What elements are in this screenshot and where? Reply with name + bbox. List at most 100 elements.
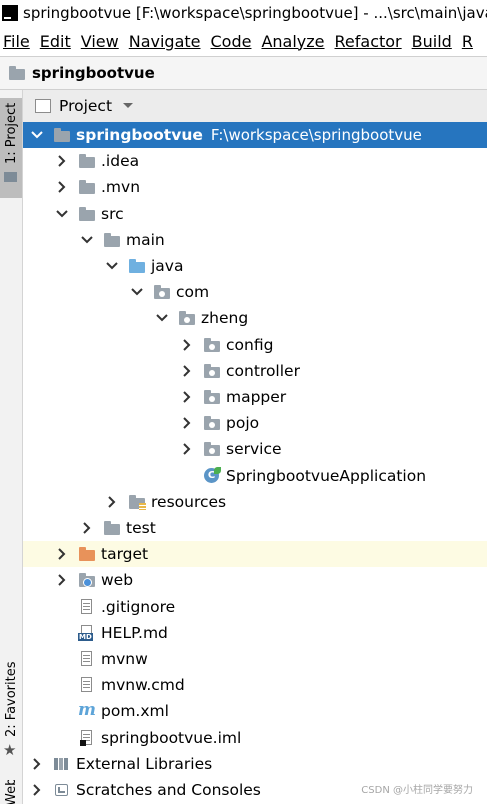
- menu-refactor[interactable]: Refactor: [330, 32, 407, 51]
- favorites-tab-label: 2: Favorites: [4, 661, 19, 737]
- chevron-right-icon[interactable]: [179, 363, 195, 379]
- tree-row-controller[interactable]: controller: [23, 358, 487, 384]
- tree-row-config[interactable]: config: [23, 332, 487, 358]
- chevron-down-icon[interactable]: [79, 232, 95, 248]
- chevron-down-icon[interactable]: [154, 310, 170, 326]
- chevron-right-icon[interactable]: [179, 441, 195, 457]
- menu-label: Navigate: [128, 31, 201, 51]
- tree-item-label: .mvn: [101, 178, 141, 197]
- tree-item-label: Scratches and Consoles: [76, 781, 261, 799]
- menu-label: R: [461, 31, 473, 51]
- chevron-right-icon[interactable]: [179, 415, 195, 431]
- chevron-right-icon[interactable]: [54, 572, 70, 588]
- tree-item-label: src: [101, 204, 124, 223]
- tree-row-springbootvue-iml[interactable]: springbootvue.iml: [23, 725, 487, 751]
- tree-item-label: config: [226, 335, 274, 354]
- text-file-icon: [78, 598, 96, 615]
- text-file-icon: [78, 651, 96, 667]
- tree-item-label: resources: [151, 492, 227, 511]
- folder-icon: [103, 520, 121, 536]
- tree-row-resources[interactable]: resources: [23, 489, 487, 515]
- chevron-down-icon[interactable]: [129, 284, 145, 300]
- project-tab-label: 1: Project: [4, 102, 19, 164]
- tree-item-label: springbootvue.iml: [101, 728, 242, 747]
- intellij-logo-icon: [2, 5, 18, 21]
- tree-row-service[interactable]: service: [23, 436, 487, 462]
- chevron-right-icon[interactable]: [79, 520, 95, 536]
- chevron-right-icon[interactable]: [54, 546, 70, 562]
- tree-row-springbootvue[interactable]: springbootvue F:\workspace\springbootvue: [23, 122, 487, 148]
- chevron-right-icon[interactable]: [54, 179, 70, 195]
- tree-row-main[interactable]: main: [23, 227, 487, 253]
- chevron-right-icon[interactable]: [179, 389, 195, 405]
- tree-row-pojo[interactable]: pojo: [23, 410, 487, 436]
- tree-row-mvnw[interactable]: mvnw: [23, 646, 487, 672]
- chevron-down-icon[interactable]: [29, 127, 45, 143]
- tree-row-target[interactable]: target: [23, 541, 487, 568]
- web-folder-icon: [78, 572, 96, 588]
- tree-row-mvnw-cmd[interactable]: mvnw.cmd: [23, 672, 487, 698]
- menu-r[interactable]: R: [457, 32, 478, 51]
- tree-row-help-md[interactable]: MD HELP.md: [23, 620, 487, 646]
- tree-item-label: com: [176, 283, 210, 302]
- menu-navigate[interactable]: Navigate: [124, 32, 206, 51]
- tree-row-external-libraries[interactable]: External Libraries: [23, 751, 487, 777]
- project-path-label: F:\workspace\springbootvue: [210, 126, 422, 144]
- chevron-right-icon[interactable]: [29, 756, 45, 772]
- chevron-right-icon[interactable]: [104, 494, 120, 510]
- package-icon: [203, 441, 221, 457]
- menu-file[interactable]: File: [0, 32, 35, 51]
- menu-edit[interactable]: Edit: [35, 32, 76, 51]
- folder-icon: [78, 153, 96, 169]
- tree-row-pom-xml[interactable]: m pom.xml: [23, 698, 487, 724]
- menu-code[interactable]: Code: [206, 32, 257, 51]
- package-icon: [203, 363, 221, 379]
- tree-row-zheng[interactable]: zheng: [23, 305, 487, 331]
- tree-item-label: springbootvue: [76, 126, 203, 144]
- tree-row-web[interactable]: web: [23, 567, 487, 593]
- tree-row-springbootvueapplication[interactable]: C SpringbootvueApplication: [23, 463, 487, 489]
- menu-label: Build: [411, 31, 452, 51]
- menu-view[interactable]: View: [76, 32, 124, 51]
- menu-label: View: [80, 31, 119, 51]
- menu-analyze[interactable]: Analyze: [256, 32, 329, 51]
- navbar-project-crumb[interactable]: springbootvue: [32, 64, 155, 82]
- tree-item-label: java: [151, 257, 184, 275]
- chevron-right-icon[interactable]: [179, 337, 195, 353]
- favorites-tool-tab[interactable]: 2: Favorites ★: [0, 661, 22, 765]
- tree-item-label: main: [126, 230, 165, 249]
- tree-row-mapper[interactable]: mapper: [23, 384, 487, 410]
- title-bar: springbootvue [F:\workspace\springbootvu…: [0, 0, 487, 26]
- tree-row-java[interactable]: java: [23, 253, 487, 279]
- tree-row-idea[interactable]: .idea: [23, 148, 487, 174]
- menu-bar: File Edit View Navigate Code Analyze Refactor B…: [0, 28, 487, 54]
- tree-row-mvn[interactable]: .mvn: [23, 174, 487, 200]
- chevron-right-icon[interactable]: [29, 782, 45, 798]
- menu-label: Refactor: [334, 31, 402, 51]
- markdown-file-icon: MD: [78, 624, 96, 641]
- tree-row-gitignore[interactable]: .gitignore: [23, 594, 487, 620]
- menu-build[interactable]: Build: [407, 32, 457, 51]
- project-panel-header: Project: [23, 90, 487, 123]
- chevron-right-icon[interactable]: [54, 153, 70, 169]
- excluded-folder-icon: [78, 546, 96, 562]
- window-title: springbootvue [F:\workspace\springbootvu…: [23, 4, 487, 22]
- menu-label: Code: [210, 31, 252, 51]
- project-tool-tab[interactable]: 1: Project: [0, 98, 22, 198]
- module-folder-icon: [8, 65, 26, 81]
- tree-row-src[interactable]: src: [23, 201, 487, 227]
- tree-row-com[interactable]: com: [23, 279, 487, 305]
- chevron-down-icon[interactable]: [122, 102, 134, 110]
- chevron-down-icon[interactable]: [104, 258, 120, 274]
- tree-item-label: .idea: [101, 152, 140, 171]
- tree-row-test[interactable]: test: [23, 515, 487, 541]
- web-tool-tab[interactable]: Web: [0, 780, 22, 804]
- tree-item-label: controller: [226, 361, 300, 380]
- resources-folder-icon: [128, 494, 146, 510]
- panel-title[interactable]: Project: [59, 97, 112, 115]
- chevron-down-icon[interactable]: [54, 206, 70, 222]
- menu-label: Analyze: [261, 31, 325, 51]
